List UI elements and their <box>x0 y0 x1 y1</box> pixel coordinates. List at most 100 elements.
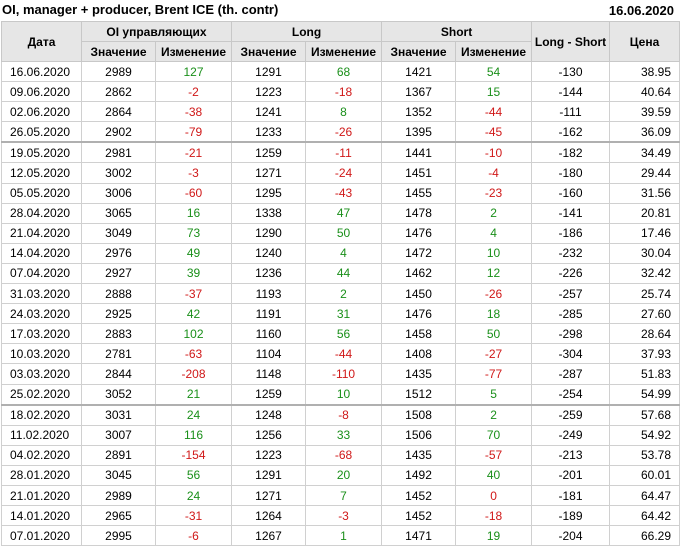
cell-price: 64.47 <box>609 484 680 507</box>
header-long-short: Long - Short <box>531 21 611 62</box>
cell-date: 10.03.2020 <box>1 343 82 365</box>
cell-long-change: 8 <box>305 101 383 123</box>
cell-oi-value: 2883 <box>81 323 156 345</box>
cell-long-value: 1256 <box>231 424 307 446</box>
cell-date: 14.01.2020 <box>1 505 82 527</box>
header-oi-change: Изменение <box>154 41 233 62</box>
cell-long-short: -144 <box>531 81 611 103</box>
cell-short-value: 1512 <box>381 383 457 406</box>
table-row: 31.03.2020 2888 -37 1193 2 1450 -26 -257 25.74 <box>1 283 680 305</box>
cell-long-value: 1148 <box>231 363 307 385</box>
cell-date: 11.02.2020 <box>1 424 82 446</box>
cell-long-value: 1193 <box>231 283 307 305</box>
cell-oi-change: 102 <box>154 323 233 345</box>
cell-long-change: 50 <box>305 222 383 244</box>
table-row: 14.01.2020 2965 -31 1264 -3 1452 -18 -189 64.42 <box>1 505 680 527</box>
cell-price: 28.64 <box>609 323 680 345</box>
cell-long-change: 2 <box>305 283 383 305</box>
cell-oi-change: -60 <box>154 182 233 204</box>
cell-long-short: -204 <box>531 525 611 547</box>
cell-short-value: 1458 <box>381 323 457 345</box>
cell-date: 03.03.2020 <box>1 363 82 385</box>
cell-short-value: 1455 <box>381 182 457 204</box>
cell-oi-change: -31 <box>154 505 233 527</box>
cell-long-short: -249 <box>531 424 611 446</box>
cell-short-value: 1471 <box>381 525 457 547</box>
cell-oi-change: 116 <box>154 424 233 446</box>
cell-long-short: -130 <box>531 60 611 83</box>
cell-date: 17.03.2020 <box>1 323 82 345</box>
cell-long-short: -259 <box>531 403 611 426</box>
cell-oi-value: 2981 <box>81 141 156 164</box>
cell-price: 54.99 <box>609 383 680 406</box>
header-long-group: Long <box>231 21 383 42</box>
cell-oi-value: 2781 <box>81 343 156 365</box>
cell-oi-change: -79 <box>154 121 233 143</box>
cell-price: 37.93 <box>609 343 680 365</box>
cell-oi-change: 42 <box>154 303 233 325</box>
cell-price: 27.60 <box>609 303 680 325</box>
cell-short-change: 40 <box>455 464 533 486</box>
cell-oi-value: 3045 <box>81 464 156 486</box>
cell-short-change: -27 <box>455 343 533 365</box>
cell-short-value: 1452 <box>381 505 457 527</box>
cell-short-change: 18 <box>455 303 533 325</box>
cell-long-value: 1248 <box>231 403 307 426</box>
cell-short-change: 4 <box>455 222 533 244</box>
cell-short-change: 2 <box>455 202 533 224</box>
cell-oi-change: -6 <box>154 525 233 547</box>
cell-long-change: -110 <box>305 363 383 385</box>
cell-long-change: 44 <box>305 262 383 285</box>
cell-short-change: -44 <box>455 101 533 123</box>
header-price: Цена <box>609 21 680 62</box>
cell-price: 64.42 <box>609 505 680 527</box>
cell-long-change: -44 <box>305 343 383 365</box>
cell-long-short: -162 <box>531 121 611 143</box>
header-date: Дата <box>1 21 82 62</box>
cell-short-change: 15 <box>455 81 533 103</box>
cell-short-change: -45 <box>455 121 533 143</box>
cell-price: 51.83 <box>609 363 680 385</box>
cell-short-change: -10 <box>455 141 533 164</box>
cell-short-change: -26 <box>455 283 533 305</box>
cell-long-short: -160 <box>531 182 611 204</box>
cell-short-change: 10 <box>455 242 533 264</box>
cell-oi-value: 2989 <box>81 484 156 507</box>
cell-long-short: -254 <box>531 383 611 406</box>
cell-price: 54.92 <box>609 424 680 446</box>
cell-short-value: 1508 <box>381 403 457 426</box>
cell-long-short: -287 <box>531 363 611 385</box>
cell-short-change: 19 <box>455 525 533 547</box>
cell-long-change: -68 <box>305 444 383 466</box>
cell-long-change: 68 <box>305 60 383 83</box>
cell-oi-change: 73 <box>154 222 233 244</box>
cell-short-change: -4 <box>455 162 533 184</box>
cell-short-value: 1450 <box>381 283 457 305</box>
cell-oi-change: 127 <box>154 60 233 83</box>
cell-oi-value: 2927 <box>81 262 156 285</box>
cell-oi-value: 3007 <box>81 424 156 446</box>
cell-date: 26.05.2020 <box>1 121 82 143</box>
cell-short-value: 1367 <box>381 81 457 103</box>
cell-long-short: -186 <box>531 222 611 244</box>
cell-date: 18.02.2020 <box>1 403 82 426</box>
cell-oi-change: -38 <box>154 101 233 123</box>
cell-short-value: 1408 <box>381 343 457 365</box>
cell-oi-value: 3002 <box>81 162 156 184</box>
title-bar: OI, manager + producer, Brent ICE (th. c… <box>0 0 680 21</box>
cell-oi-value: 2862 <box>81 81 156 103</box>
cell-long-value: 1259 <box>231 383 307 406</box>
cell-date: 21.04.2020 <box>1 222 82 244</box>
cell-oi-change: 49 <box>154 242 233 264</box>
cell-long-value: 1191 <box>231 303 307 325</box>
cell-date: 28.04.2020 <box>1 202 82 224</box>
cell-long-short: -180 <box>531 162 611 184</box>
cell-short-change: -18 <box>455 505 533 527</box>
table-row: 28.04.2020 3065 16 1338 47 1478 2 -141 20.81 <box>1 202 680 224</box>
table-row: 07.01.2020 2995 -6 1267 1 1471 19 -204 66.29 <box>1 525 680 547</box>
cell-oi-change: 24 <box>154 403 233 426</box>
cell-oi-value: 3031 <box>81 403 156 426</box>
cell-long-change: -18 <box>305 81 383 103</box>
cell-long-short: -182 <box>531 141 611 164</box>
cell-long-short: -213 <box>531 444 611 466</box>
